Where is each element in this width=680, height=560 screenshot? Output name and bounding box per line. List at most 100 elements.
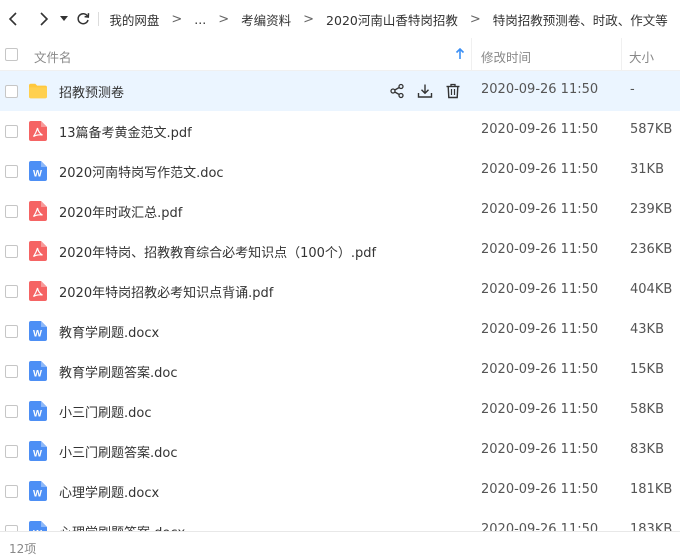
word-file-icon: W xyxy=(29,161,47,181)
forward-button[interactable] xyxy=(34,0,53,38)
chevron-right-icon xyxy=(40,12,49,26)
file-size: 404KB xyxy=(630,282,673,297)
row-checkbox[interactable] xyxy=(5,485,18,498)
file-name[interactable]: 教育学刷题答案.doc xyxy=(59,362,178,381)
file-name[interactable]: 招教预测卷 xyxy=(59,82,124,101)
svg-text:W: W xyxy=(33,449,42,460)
file-name[interactable]: 心理学刷题.docx xyxy=(59,482,159,501)
status-bar: 12项 xyxy=(0,531,680,560)
row-checkbox[interactable] xyxy=(5,285,18,298)
word-file-icon: W xyxy=(29,361,47,381)
pdf-file-icon xyxy=(29,241,47,261)
word-file-icon: W xyxy=(29,441,47,461)
breadcrumb-item[interactable]: 特岗招教预测卷、时政、作文等 xyxy=(491,10,670,29)
pdf-file-icon xyxy=(29,201,47,221)
breadcrumb-separator: > xyxy=(303,11,315,27)
row-checkbox[interactable] xyxy=(5,325,18,338)
breadcrumb-item[interactable]: ... xyxy=(192,12,208,27)
file-size: 181KB xyxy=(630,482,673,497)
modified-time: 2020-09-26 11:50 xyxy=(481,122,599,137)
breadcrumb: 我的网盘 > ... > 考编资料 > 2020河南山香特岗招教 > 特岗招教预… xyxy=(107,10,680,29)
breadcrumb-separator: > xyxy=(171,11,183,27)
delete-button[interactable] xyxy=(444,81,462,101)
file-name[interactable]: 2020年特岗招教必考知识点背诵.pdf xyxy=(59,282,273,301)
file-row[interactable]: 13篇备考黄金范文.pdf 2020-09-26 11:50 587KB xyxy=(0,111,680,151)
refresh-icon xyxy=(77,12,89,25)
folder-row[interactable]: 招教预测卷 2020-09-26 11:50 - xyxy=(0,71,680,111)
modified-time: 2020-09-26 11:50 xyxy=(481,82,599,97)
pdf-file-icon xyxy=(29,121,47,141)
column-divider[interactable] xyxy=(471,38,472,71)
word-file-icon: W xyxy=(29,521,47,531)
toolbar-divider xyxy=(98,12,100,26)
item-count: 12项 xyxy=(9,542,37,556)
modified-time: 2020-09-26 11:50 xyxy=(481,162,599,177)
file-row[interactable]: W 小三门刷题.doc 2020-09-26 11:50 58KB xyxy=(0,391,680,431)
file-row[interactable]: W 教育学刷题.docx 2020-09-26 11:50 43KB xyxy=(0,311,680,351)
file-row[interactable]: 2020年时政汇总.pdf 2020-09-26 11:50 239KB xyxy=(0,191,680,231)
file-size: 239KB xyxy=(630,202,673,217)
file-name[interactable]: 2020河南特岗写作范文.doc xyxy=(59,162,224,181)
back-button[interactable] xyxy=(3,0,22,38)
column-header-name[interactable]: 文件名 xyxy=(34,47,72,66)
file-name[interactable]: 小三门刷题.doc xyxy=(59,402,152,421)
refresh-button[interactable] xyxy=(73,0,92,38)
file-name[interactable]: 教育学刷题.docx xyxy=(59,322,159,341)
share-button[interactable] xyxy=(388,81,406,101)
row-checkbox[interactable] xyxy=(5,125,18,138)
breadcrumb-item[interactable]: 2020河南山香特岗招教 xyxy=(324,10,460,29)
file-name[interactable]: 13篇备考黄金范文.pdf xyxy=(59,122,192,141)
modified-time: 2020-09-26 11:50 xyxy=(481,322,599,337)
row-checkbox[interactable] xyxy=(5,245,18,258)
column-header-modified-time[interactable]: 修改时间 xyxy=(481,47,531,66)
modified-time: 2020-09-26 11:50 xyxy=(481,242,599,257)
file-size: 83KB xyxy=(630,442,664,457)
file-size: 183KB xyxy=(630,522,673,531)
file-size: 15KB xyxy=(630,362,664,377)
download-icon xyxy=(417,84,433,98)
row-checkbox[interactable] xyxy=(5,365,18,378)
modified-time: 2020-09-26 11:50 xyxy=(481,522,599,531)
file-size: 587KB xyxy=(630,122,673,137)
download-button[interactable] xyxy=(416,81,434,101)
modified-time: 2020-09-26 11:50 xyxy=(481,362,599,377)
history-dropdown-button[interactable] xyxy=(58,0,72,38)
file-name[interactable]: 2020年特岗、招教教育综合必考知识点（100个）.pdf xyxy=(59,242,376,261)
file-size: 236KB xyxy=(630,242,673,257)
file-row[interactable]: W 心理学刷题.docx 2020-09-26 11:50 181KB xyxy=(0,471,680,511)
file-size: 31KB xyxy=(630,162,664,177)
file-name[interactable]: 心理学刷题答案.docx xyxy=(59,522,185,531)
select-all-checkbox[interactable] xyxy=(5,48,18,61)
file-row[interactable]: W 小三门刷题答案.doc 2020-09-26 11:50 83KB xyxy=(0,431,680,471)
file-size: 43KB xyxy=(630,322,664,337)
svg-text:W: W xyxy=(33,489,42,500)
file-row[interactable]: 2020年特岗、招教教育综合必考知识点（100个）.pdf 2020-09-26… xyxy=(0,231,680,271)
column-header-size[interactable]: 大小 xyxy=(629,47,654,66)
file-name[interactable]: 2020年时政汇总.pdf xyxy=(59,202,182,221)
row-checkbox[interactable] xyxy=(5,205,18,218)
file-row[interactable]: W 心理学刷题答案.docx 2020-09-26 11:50 183KB xyxy=(0,511,680,531)
row-checkbox[interactable] xyxy=(5,445,18,458)
word-file-icon: W xyxy=(29,481,47,501)
svg-text:W: W xyxy=(33,369,42,380)
modified-time: 2020-09-26 11:50 xyxy=(481,482,599,497)
file-row[interactable]: W 2020河南特岗写作范文.doc 2020-09-26 11:50 31KB xyxy=(0,151,680,191)
file-row[interactable]: W 教育学刷题答案.doc 2020-09-26 11:50 15KB xyxy=(0,351,680,391)
column-divider[interactable] xyxy=(621,38,622,71)
row-actions xyxy=(388,81,462,101)
file-name[interactable]: 小三门刷题答案.doc xyxy=(59,442,178,461)
file-size: - xyxy=(630,82,635,97)
folder-icon xyxy=(29,83,47,99)
row-checkbox[interactable] xyxy=(5,165,18,178)
breadcrumb-separator: > xyxy=(469,11,481,27)
svg-text:W: W xyxy=(33,329,42,340)
breadcrumb-separator: > xyxy=(218,11,230,27)
breadcrumb-item[interactable]: 考编资料 xyxy=(239,10,293,29)
breadcrumb-item[interactable]: 我的网盘 xyxy=(107,10,161,29)
trash-icon xyxy=(446,83,460,99)
file-row[interactable]: 2020年特岗招教必考知识点背诵.pdf 2020-09-26 11:50 40… xyxy=(0,271,680,311)
file-list[interactable]: 招教预测卷 2020-09-26 11:50 - 13篇备考黄金范文.pdf 2… xyxy=(0,71,680,531)
row-checkbox[interactable] xyxy=(5,405,18,418)
sort-ascending-icon[interactable] xyxy=(455,48,465,60)
row-checkbox[interactable] xyxy=(5,85,18,98)
